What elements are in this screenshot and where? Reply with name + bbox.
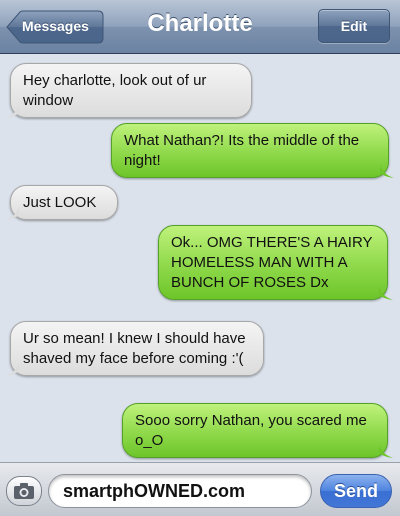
message-input-text: smartphOWNED.com (63, 481, 246, 501)
message-text: What Nathan?! Its the middle of the nigh… (124, 132, 360, 169)
send-button[interactable]: Send (320, 474, 392, 508)
message-text: Ok... OMG THERE'S A HAIRY HOMELESS MAN W… (171, 234, 373, 291)
bubble-tail (380, 164, 394, 178)
composer-bar: smartphOWNED.com Send (0, 462, 400, 516)
message-text: Just LOOK (23, 194, 97, 211)
message-bubble-outgoing[interactable]: What Nathan?! Its the middle of the nigh… (111, 123, 394, 178)
message-text: Sooo sorry Nathan, you scared me o_O (135, 412, 367, 449)
message-thread: Hey charlotte, look out of ur window Wha… (0, 54, 400, 462)
edit-button[interactable]: Edit (318, 9, 390, 43)
bubble-tail (379, 444, 393, 458)
message-bubble-incoming[interactable]: Just LOOK (5, 185, 118, 220)
camera-button[interactable] (6, 476, 42, 506)
bubble-tail (379, 286, 393, 300)
navigation-bar: Messages Charlotte Edit (0, 0, 400, 54)
message-bubble-incoming[interactable]: Ur so mean! I knew I should have shaved … (5, 321, 264, 376)
message-text: Hey charlotte, look out of ur window (23, 72, 207, 109)
message-bubble-outgoing[interactable]: Sooo sorry Nathan, you scared me o_O (122, 403, 393, 458)
camera-icon (14, 483, 34, 499)
message-text: Ur so mean! I knew I should have shaved … (23, 330, 246, 367)
message-bubble-outgoing[interactable]: Ok... OMG THERE'S A HAIRY HOMELESS MAN W… (158, 225, 393, 300)
bubble-tail (5, 206, 19, 220)
bubble-tail (5, 104, 19, 118)
bubble-tail (5, 362, 19, 376)
message-input[interactable]: smartphOWNED.com (48, 474, 312, 508)
message-bubble-incoming[interactable]: Hey charlotte, look out of ur window (5, 63, 252, 118)
